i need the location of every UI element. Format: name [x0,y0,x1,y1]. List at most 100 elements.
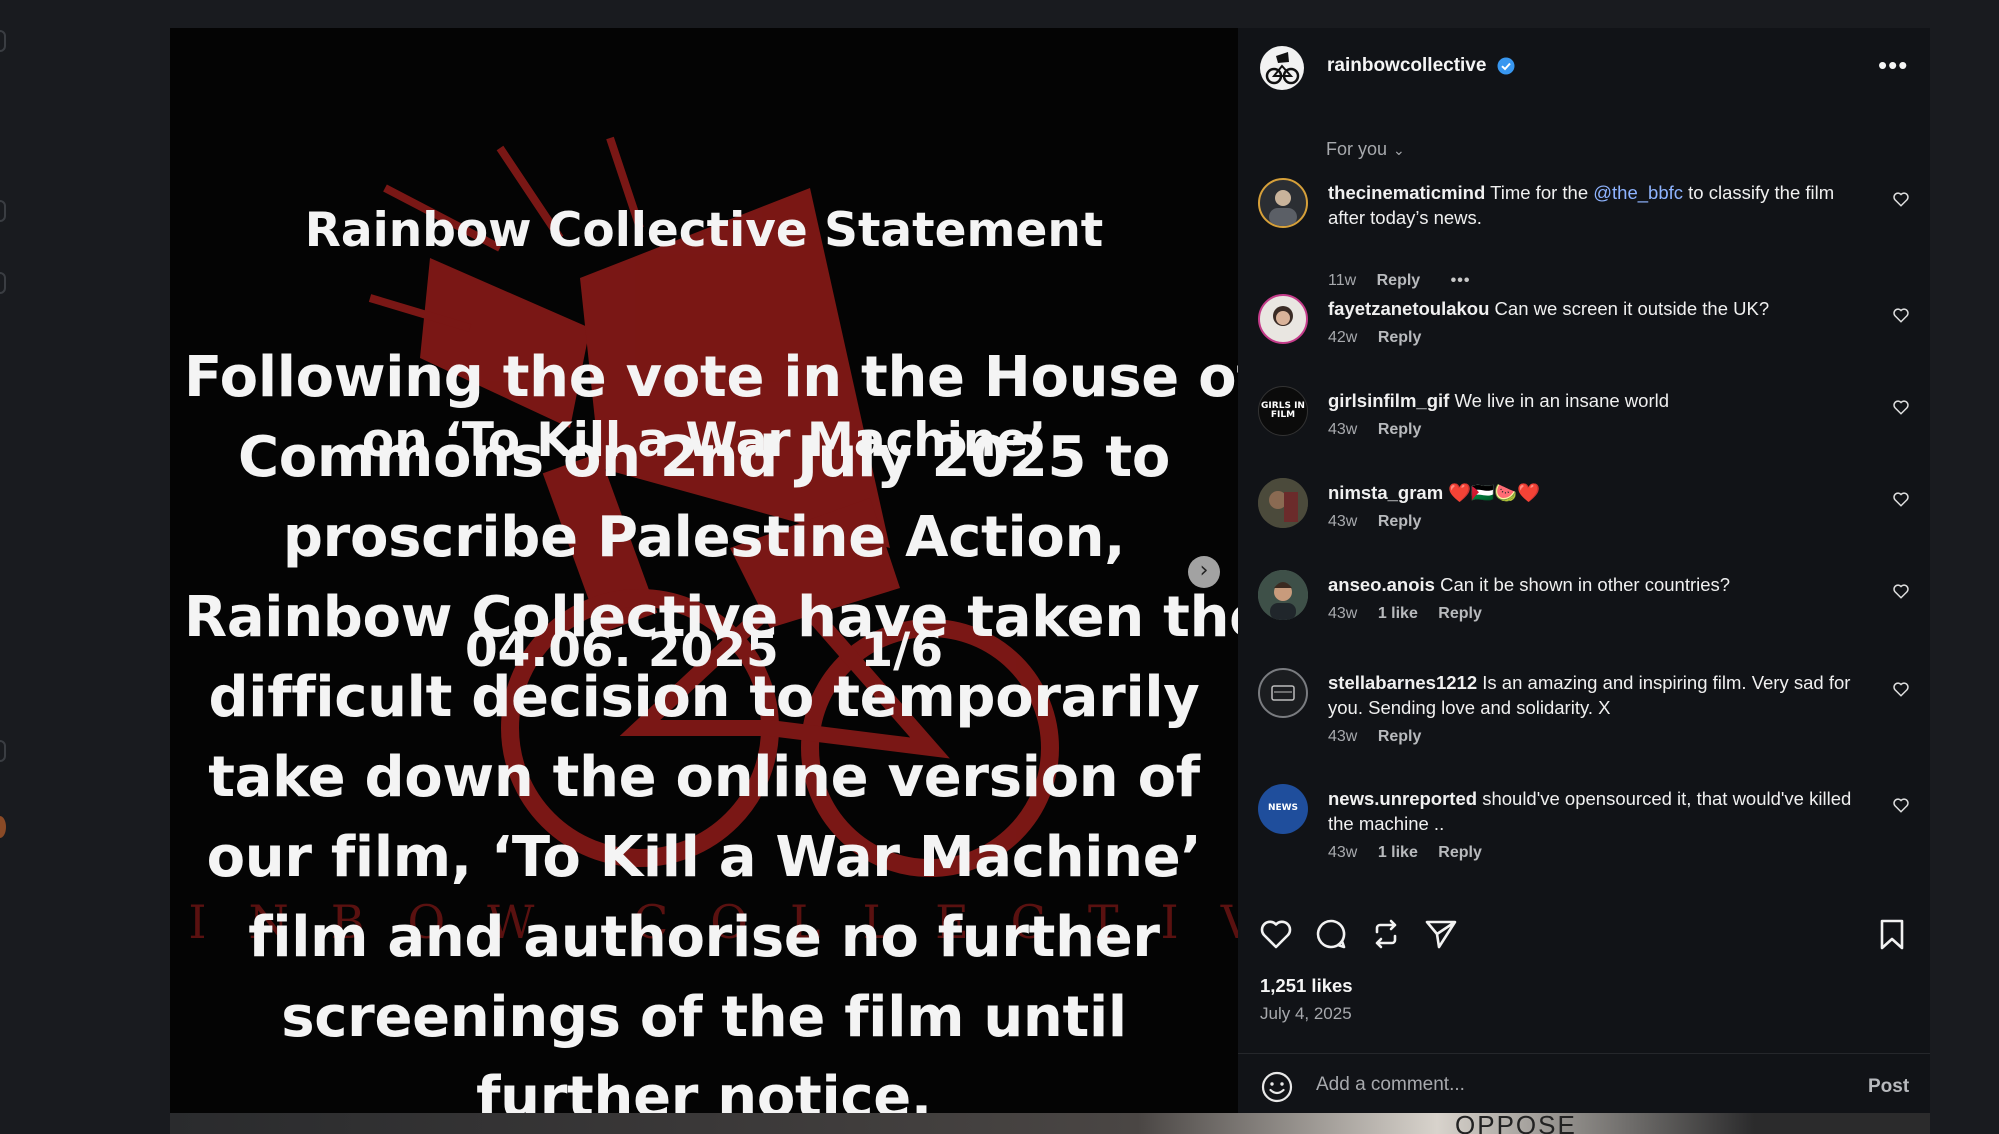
comment-meta: 43w 1 like Reply [1328,605,1498,623]
post-username[interactable]: rainbowcollective [1327,55,1486,77]
comment-item: fayetzanetoulakou Can we screen it outsi… [1238,294,1930,364]
avatar[interactable] [1260,46,1304,90]
comment-age: 11w [1328,272,1357,289]
comment-meta: 42w Reply [1328,329,1437,347]
comment-item: GIRLS IN FILM girlsinfilm_gif We live in… [1238,386,1930,456]
comment-age: 43w [1328,728,1358,745]
comment-body: We live in an insane world [1454,390,1670,411]
reply-button[interactable]: Reply [1438,605,1482,622]
more-horizontal-icon[interactable]: ••• [1878,50,1908,81]
comment-text: anseo.anois Can it be shown in other cou… [1328,572,1868,597]
slide-body: Following the vote in the House of Commo… [170,338,1238,1113]
body-line: screenings of the film until [281,985,1127,1050]
post-image[interactable]: RAINBOW COLLECTIVE Rainbow Collective St… [170,28,1238,1113]
heart-icon[interactable] [1892,306,1910,324]
body-line: take down the online version of [208,745,1200,810]
sidebar-explore-icon[interactable] [0,272,6,294]
emoji-icon[interactable] [1260,1070,1294,1104]
comment-body: ❤️🇵🇸🍉❤️ [1448,482,1541,503]
verified-badge-icon [1497,57,1515,75]
comment-item: stellabarnes1212 Is an amazing and inspi… [1238,668,1930,758]
repost-icon[interactable] [1368,916,1404,952]
comment-text: girlsinfilm_gif We live in an insane wor… [1328,388,1868,413]
avatar[interactable] [1258,668,1308,718]
screen: OPPOSE RAINBOW COLLECTIVE Rainbow Collec… [0,0,1999,1134]
comment-meta: 43w Reply [1328,513,1437,531]
comment-username[interactable]: nimsta_gram [1328,482,1443,503]
reply-button[interactable]: Reply [1378,329,1422,346]
comment-text: fayetzanetoulakou Can we screen it outsi… [1328,296,1868,321]
background-strip-text: OPPOSE [1455,1110,1577,1134]
comment-meta: 11w Reply ••• [1328,272,1486,290]
share-icon[interactable] [1423,916,1459,952]
comment-text: news.unreported should've opensourced it… [1328,786,1868,836]
comment-input[interactable] [1316,1074,1816,1096]
avatar-text: GIRLS IN FILM [1261,401,1305,420]
avatar[interactable]: NEWS [1258,784,1308,834]
comment-username[interactable]: thecinematicmind [1328,182,1485,203]
body-line: proscribe Palestine Action, [282,505,1126,570]
chevron-right-icon[interactable]: › [1188,556,1220,588]
reply-button[interactable]: Reply [1378,513,1422,530]
avatar-text: NEWS [1267,803,1299,813]
heart-icon[interactable] [1892,398,1910,416]
comment-icon[interactable] [1313,916,1349,952]
comment-item: NEWS news.unreported should've opensourc… [1238,784,1930,874]
heart-icon[interactable] [1892,190,1910,208]
heart-icon[interactable] [1892,680,1910,698]
chevron-down-icon: ⌄ [1393,142,1405,158]
bicycle-logo-icon [1265,52,1300,85]
heading-line: Rainbow Collective Statement [304,203,1104,258]
body-line: difficult decision to temporarily [208,665,1200,730]
comment-age: 43w [1328,513,1358,530]
sidebar-profile-avatar[interactable] [0,816,6,838]
avatar[interactable]: GIRLS IN FILM [1258,386,1308,436]
mention-link[interactable]: @the_bbfc [1593,182,1683,203]
comment-meta: 43w Reply [1328,728,1437,746]
heart-icon[interactable] [1892,796,1910,814]
sidebar-home-icon[interactable] [0,30,6,52]
avatar[interactable] [1258,178,1308,228]
bookmark-icon[interactable] [1874,916,1910,952]
reply-button[interactable]: Reply [1438,844,1482,861]
post-comment-button[interactable]: Post [1868,1076,1909,1098]
heart-icon[interactable] [1892,490,1910,508]
comment-item: thecinematicmind Time for the @the_bbfc … [1238,178,1930,289]
heart-icon[interactable] [1258,916,1294,952]
likes-count[interactable]: 1,251 likes [1260,975,1353,997]
post-actions-bar [1238,916,1930,976]
body-line: Commons on 2nd July 2025 to [237,425,1171,490]
comment-more-icon[interactable]: ••• [1451,272,1471,289]
background-page-strip [170,1110,1930,1134]
comment-age: 43w [1328,844,1358,861]
comment-body: Time for the [1490,182,1594,203]
avatar[interactable] [1258,570,1308,620]
comment-username[interactable]: girlsinfilm_gif [1328,390,1449,411]
comment-age: 43w [1328,605,1358,622]
sidebar-create-icon[interactable] [0,740,6,762]
sidebar-search-icon[interactable] [0,200,6,222]
reply-button[interactable]: Reply [1378,421,1422,438]
avatar[interactable] [1258,478,1308,528]
comment-text: stellabarnes1212 Is an amazing and inspi… [1328,670,1868,720]
comment-body: Can we screen it outside the UK? [1494,298,1770,319]
comment-username[interactable]: news.unreported [1328,788,1477,809]
body-line: Following the vote in the House of [184,345,1238,410]
comment-username[interactable]: anseo.anois [1328,574,1435,595]
body-line: further notice. [476,1065,932,1113]
comment-sort-dropdown[interactable]: For you ⌄ [1326,139,1405,160]
comment-like-count[interactable]: 1 like [1378,605,1418,622]
sort-label: For you [1326,139,1388,159]
comment-text: thecinematicmind Time for the @the_bbfc … [1328,180,1868,230]
post-header: rainbowcollective ••• [1238,28,1930,108]
reply-button[interactable]: Reply [1378,728,1422,745]
comment-body: Can it be shown in other countries? [1440,574,1731,595]
avatar[interactable] [1258,294,1308,344]
comment-age: 43w [1328,421,1358,438]
comment-username[interactable]: fayetzanetoulakou [1328,298,1489,319]
comment-like-count[interactable]: 1 like [1378,844,1418,861]
comment-text: nimsta_gram ❤️🇵🇸🍉❤️ [1328,480,1868,505]
comment-username[interactable]: stellabarnes1212 [1328,672,1477,693]
heart-icon[interactable] [1892,582,1910,600]
reply-button[interactable]: Reply [1377,272,1421,289]
